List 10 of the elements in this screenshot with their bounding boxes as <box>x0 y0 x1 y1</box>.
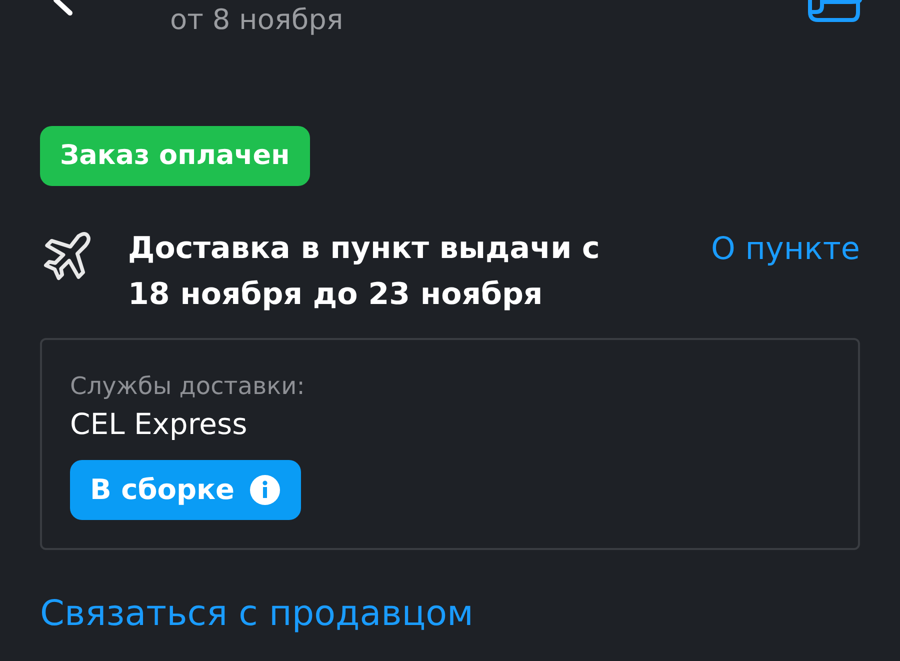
copy-icon[interactable] <box>808 0 862 22</box>
status-button[interactable]: В сборке <box>70 460 301 520</box>
card-label: Службы доставки: <box>70 371 306 402</box>
order-date: от 8 ноября <box>170 2 344 38</box>
contact-seller-link[interactable]: Связаться с продавцом <box>40 588 860 640</box>
pickup-point-link[interactable]: О пункте <box>711 226 860 272</box>
delivery-service: CEL Express <box>70 406 248 443</box>
info-icon <box>248 474 281 506</box>
status-badge: Заказ оплачен <box>40 126 310 186</box>
delivery-info: Доставка в пункт выдачи с 18 ноября до 23 ноября <box>128 230 601 314</box>
